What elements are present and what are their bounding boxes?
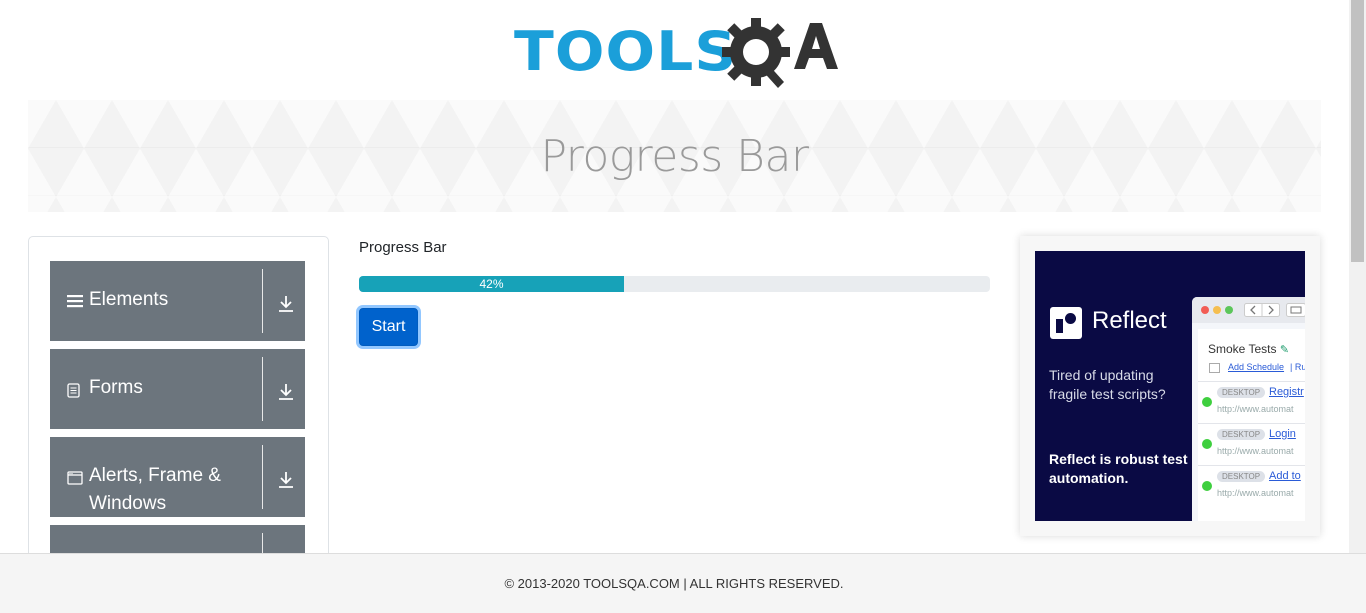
test-url: http://www.automat <box>1217 446 1294 456</box>
calendar-icon <box>1209 363 1220 373</box>
ad-test-row: DESKTOP Add to http://www.automat <box>1198 465 1305 507</box>
page-title: Progress Bar <box>540 130 809 182</box>
sidebar-group-label: Elements <box>89 289 169 310</box>
window-icon <box>67 471 83 485</box>
progress-bar-fill: 42% <box>359 276 625 292</box>
gear-magnifier-icon <box>722 18 790 88</box>
progress-bar-heading: Progress Bar <box>359 239 447 256</box>
add-schedule-link: Add Schedule <box>1228 362 1285 372</box>
test-name-link: Registr <box>1269 386 1304 398</box>
platform-badge: DESKTOP <box>1217 471 1266 482</box>
divider <box>262 269 263 333</box>
minimize-dot-icon <box>1213 306 1221 314</box>
sidebar-group-elements[interactable]: Elements <box>50 261 305 341</box>
pencil-icon: ✎ <box>1279 344 1290 356</box>
sidebar-group-forms[interactable]: Forms <box>50 349 305 429</box>
ad-window-titlebar <box>1192 297 1305 323</box>
ad-test-row: DESKTOP Registr http://www.automat <box>1198 381 1305 423</box>
sidebar: Elements Forms Alerts, Frame & Windows <box>28 236 329 566</box>
sidebar-group-alerts-frame-windows[interactable]: Alerts, Frame & Windows <box>50 437 305 517</box>
reflect-logo-icon <box>1050 307 1082 339</box>
ad-test-panel: Smoke Tests ✎ Add Schedule | Ru DESKTOP … <box>1198 329 1305 521</box>
sidebar-group-label-line2: Windows <box>89 493 167 514</box>
ad-panel-title: Smoke Tests ✎ <box>1208 342 1289 356</box>
toolsqa-logo[interactable]: TOOLS <box>514 14 838 90</box>
start-button[interactable]: Start <box>359 308 418 346</box>
download-arrow-icon[interactable] <box>278 471 294 489</box>
download-arrow-icon[interactable] <box>278 295 294 313</box>
close-dot-icon <box>1201 306 1209 314</box>
ad-test-row: DESKTOP Login http://www.automat <box>1198 423 1305 465</box>
schedule-trailing-text: | Ru <box>1290 362 1305 372</box>
hamburger-icon <box>67 295 83 308</box>
download-arrow-icon[interactable] <box>278 383 294 401</box>
footer: © 2013-2020 TOOLSQA.COM | ALL RIGHTS RES… <box>0 553 1366 613</box>
page-banner: Progress Bar <box>28 100 1321 212</box>
logo-a-letter <box>794 23 838 69</box>
ad-cta: Reflect is robust test automation. <box>1049 451 1188 486</box>
status-dot-icon <box>1202 397 1212 407</box>
ad-container[interactable]: Reflect Tired of updating fragile test s… <box>1020 236 1320 536</box>
test-url: http://www.automat <box>1217 404 1294 414</box>
ad-browser-window: Smoke Tests ✎ Add Schedule | Ru DESKTOP … <box>1192 297 1305 521</box>
document-icon <box>67 383 80 398</box>
progress-bar: 42% <box>359 276 990 292</box>
page-scrollbar[interactable] <box>1349 0 1366 553</box>
status-dot-icon <box>1202 439 1212 449</box>
sidebar-group-label-line1: Alerts, Frame & <box>89 465 221 486</box>
page: TOOLS Progress Bar Elements Forms Alerts… <box>0 0 1366 613</box>
ad-tagline: Tired of updating fragile test scripts? <box>1049 367 1166 402</box>
panel-title-text: Smoke Tests <box>1208 342 1277 356</box>
test-url: http://www.automat <box>1217 488 1294 498</box>
sidebar-group-label: Forms <box>89 377 143 398</box>
sidebar-toggle-icon <box>1286 303 1305 317</box>
platform-badge: DESKTOP <box>1217 387 1266 398</box>
scrollbar-thumb[interactable] <box>1351 0 1364 262</box>
maximize-dot-icon <box>1225 306 1233 314</box>
ad-brand-name: Reflect <box>1092 307 1167 334</box>
divider <box>262 445 263 509</box>
nav-arrows-icon <box>1244 303 1280 317</box>
logo-tools-text: TOOLS <box>514 20 738 83</box>
divider <box>262 357 263 421</box>
test-name-link: Add to <box>1269 470 1301 482</box>
platform-badge: DESKTOP <box>1217 429 1266 440</box>
footer-copyright: © 2013-2020 TOOLSQA.COM | ALL RIGHTS RES… <box>504 576 844 591</box>
reflect-ad[interactable]: Reflect Tired of updating fragile test s… <box>1035 251 1305 521</box>
test-name-link: Login <box>1269 428 1296 440</box>
status-dot-icon <box>1202 481 1212 491</box>
